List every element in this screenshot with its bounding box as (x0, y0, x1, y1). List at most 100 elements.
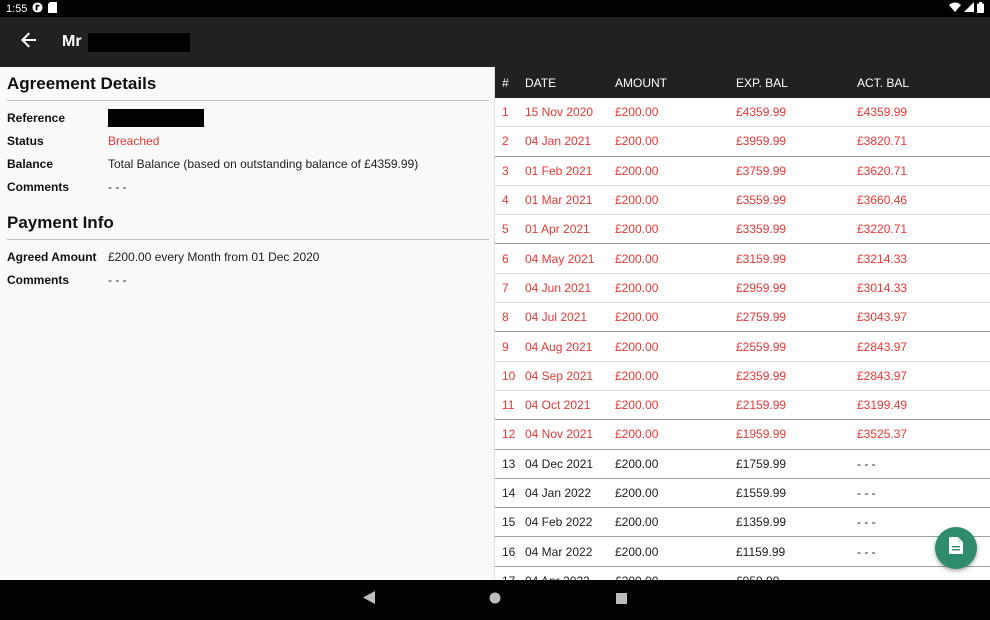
document-icon (949, 537, 963, 559)
cell-date: 04 Oct 2021 (525, 398, 591, 413)
app-notification-icon (32, 1, 43, 16)
cell-amount: £200.00 (615, 427, 659, 442)
details-pane: Agreement Details Reference Status Breac… (0, 67, 495, 580)
page-title: Mr (62, 32, 190, 52)
header-act-bal: ACT. BAL (857, 75, 910, 90)
sd-card-icon (48, 1, 58, 16)
status-bar: 1:55 (0, 0, 990, 17)
cell-num: 5 (502, 222, 509, 237)
table-row[interactable]: 4 01 Mar 2021 £200.00 £3559.99 £3660.46 (495, 185, 990, 216)
title-prefix: Mr (62, 33, 82, 50)
balance-value: Total Balance (based on outstanding bala… (108, 156, 419, 171)
cell-amount: £200.00 (615, 251, 659, 266)
status-value: Breached (108, 133, 160, 148)
table-row[interactable]: 3 01 Feb 2021 £200.00 £3759.99 £3620.71 (495, 156, 990, 186)
cell-amount: £200.00 (615, 163, 659, 178)
table-row[interactable]: 9 04 Aug 2021 £200.00 £2559.99 £2843.97 (495, 332, 990, 362)
cell-num: 7 (502, 280, 509, 295)
cell-num: 2 (502, 134, 509, 149)
document-fab[interactable] (935, 527, 977, 569)
table-row[interactable]: 1704 Apr 2022£200.00£959.99 (495, 566, 990, 580)
cell-act-bal: £3220.71 (857, 222, 908, 237)
table-body: 1 15 Nov 2020 £200.00 £4359.99 £4359.99 2 04 J… (495, 98, 990, 580)
cell-date: 04 Dec 2021 (525, 456, 594, 471)
cell-act-bal: £3214.33 (857, 251, 908, 266)
cell-exp-bal: £2359.99 (736, 368, 787, 383)
cell-date: 04 Jan 2021 (525, 134, 592, 149)
header-date: DATE (525, 75, 557, 90)
arrow-left-icon (21, 32, 37, 53)
cell-amount: £200.00 (615, 222, 659, 237)
field-reference: Reference (7, 106, 488, 129)
nav-back-button[interactable] (351, 582, 387, 618)
cell-act-bal: £3014.33 (857, 280, 908, 295)
cell-num: 9 (502, 339, 509, 354)
cell-date: 04 Jan 2022 (525, 486, 592, 500)
table-row[interactable]: 7 04 Jun 2021 £200.00 £2959.99 £3014.33 (495, 273, 990, 304)
cell-amount: £200.00 (615, 368, 659, 383)
cell-act-bal: £3525.37 (857, 427, 908, 442)
wifi-icon (949, 2, 961, 15)
back-button[interactable] (0, 17, 58, 67)
table-row[interactable]: 2 04 Jan 2021 £200.00 £3959.99 £3820.71 (495, 127, 990, 157)
table-row[interactable]: 10 04 Sep 2021 £200.00 £2359.99 £2843.97 (495, 361, 990, 391)
cell-exp-bal: £1359.99 (736, 515, 787, 530)
table-row[interactable]: 12 04 Nov 2021 £200.00 £1959.99 £3525.37 (495, 420, 990, 450)
table-row[interactable]: 6 04 May 2021 £200.00 £3159.99 £3214.33 (495, 244, 990, 274)
cell-date: 04 Mar 2022 (525, 544, 593, 559)
cell-num: 1 (502, 105, 509, 120)
cell-act-bal: £2843.97 (857, 368, 908, 383)
payment-info-title: Payment Info (7, 213, 489, 240)
cell-date: 04 Sep 2021 (525, 368, 594, 383)
field-label: Comments (7, 272, 70, 287)
cell-exp-bal: £1159.99 (736, 544, 786, 559)
cell-exp-bal: £2959.99 (736, 280, 787, 295)
triangle-back-icon (363, 591, 375, 609)
cell-act-bal: - - - (857, 456, 876, 471)
cell-date: 04 Nov 2021 (525, 427, 594, 442)
cell-exp-bal: £3359.99 (736, 222, 787, 237)
cell-date: 15 Nov 2020 (525, 105, 594, 120)
cell-num: 11 (502, 398, 515, 413)
table-row[interactable]: 13 04 Dec 2021 £200.00 £1759.99 - - - (495, 449, 990, 479)
cell-act-bal: £3620.71 (857, 163, 908, 178)
table-row[interactable]: 8 04 Jul 2021 £200.00 £2759.99 £3043.97 (495, 303, 990, 333)
nav-home-button[interactable] (477, 582, 513, 618)
field-comments: Comments - - - (7, 175, 488, 198)
cell-num: 3 (502, 163, 509, 178)
table-row[interactable]: 14 04 Jan 2022 £200.00 £1559.99 - - - (495, 478, 990, 509)
cell-num: 12 (502, 427, 516, 442)
payments-table[interactable]: # DATE AMOUNT EXP. BAL ACT. BAL 1 15 Nov … (495, 67, 990, 580)
cell-amount: £200.00 (615, 339, 659, 354)
cell-amount: £200.00 (615, 280, 659, 295)
cell-date: 01 Mar 2021 (525, 193, 593, 208)
table-row[interactable]: 1 15 Nov 2020 £200.00 £4359.99 £4359.99 (495, 98, 990, 128)
content: Agreement Details Reference Status Breac… (0, 67, 990, 580)
field-status: Status Breached (7, 129, 488, 152)
field-label: Balance (7, 156, 54, 171)
table-row[interactable]: 5 01 Apr 2021 £200.00 £3359.99 £3220.71 (495, 215, 990, 245)
cell-act-bal: - - - (857, 486, 876, 500)
cell-exp-bal: £3159.99 (736, 251, 787, 266)
cell-date: 01 Feb 2021 (525, 163, 593, 178)
cell-act-bal: £3820.71 (857, 134, 908, 149)
cell-act-bal: £4359.99 (857, 105, 908, 120)
cell-amount: £200.00 (615, 456, 659, 471)
table-header: # DATE AMOUNT EXP. BAL ACT. BAL (495, 67, 990, 98)
cell-num: 4 (502, 193, 509, 208)
cell-act-bal: £2843.97 (857, 339, 908, 354)
nav-recents-button[interactable] (603, 582, 639, 618)
cell-amount: £200.00 (615, 310, 659, 325)
cell-date: 04 May 2021 (525, 251, 595, 266)
cell-act-bal: £3660.46 (857, 193, 908, 208)
table-row[interactable]: 16 04 Mar 2022 £200.00 £1159.99- - - (495, 537, 990, 567)
field-agreed-amount: Agreed Amount £200.00 every Month from 0… (7, 245, 488, 268)
table-row[interactable]: 11 04 Oct 2021 £200.00 £2159.99 £3199.49 (495, 390, 990, 421)
status-time: 1:55 (6, 2, 28, 15)
table-row[interactable]: 15 04 Feb 2022 £200.00 £1359.99- - - (495, 508, 990, 538)
field-label: Comments (7, 179, 70, 194)
cell-amount: £200.00 (615, 544, 659, 559)
header-amount: AMOUNT (615, 75, 667, 90)
agreement-fields: Reference Status Breached Balance Total … (7, 101, 488, 198)
system-nav-bar (0, 580, 990, 620)
